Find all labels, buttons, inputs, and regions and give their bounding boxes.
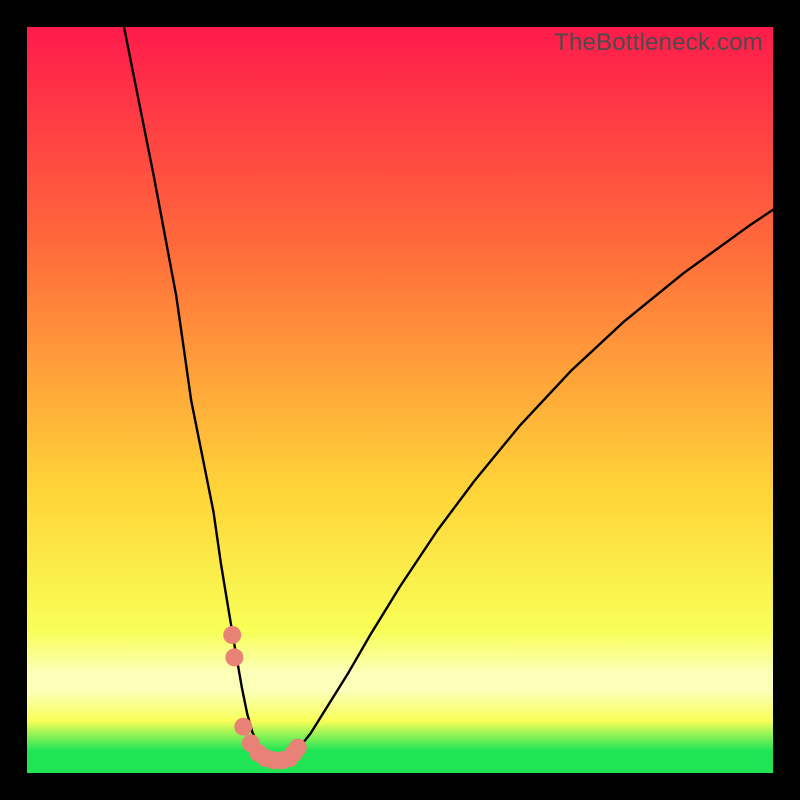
bottleneck-curve (124, 27, 773, 761)
marker-dot (223, 626, 241, 644)
plot-area: TheBottleneck.com (27, 27, 773, 773)
marker-dot (234, 718, 252, 736)
outer-frame: TheBottleneck.com (0, 0, 800, 800)
marker-dot (289, 739, 307, 757)
watermark-text: TheBottleneck.com (554, 29, 763, 57)
marker-dot (225, 648, 243, 666)
curve-layer (27, 27, 773, 773)
